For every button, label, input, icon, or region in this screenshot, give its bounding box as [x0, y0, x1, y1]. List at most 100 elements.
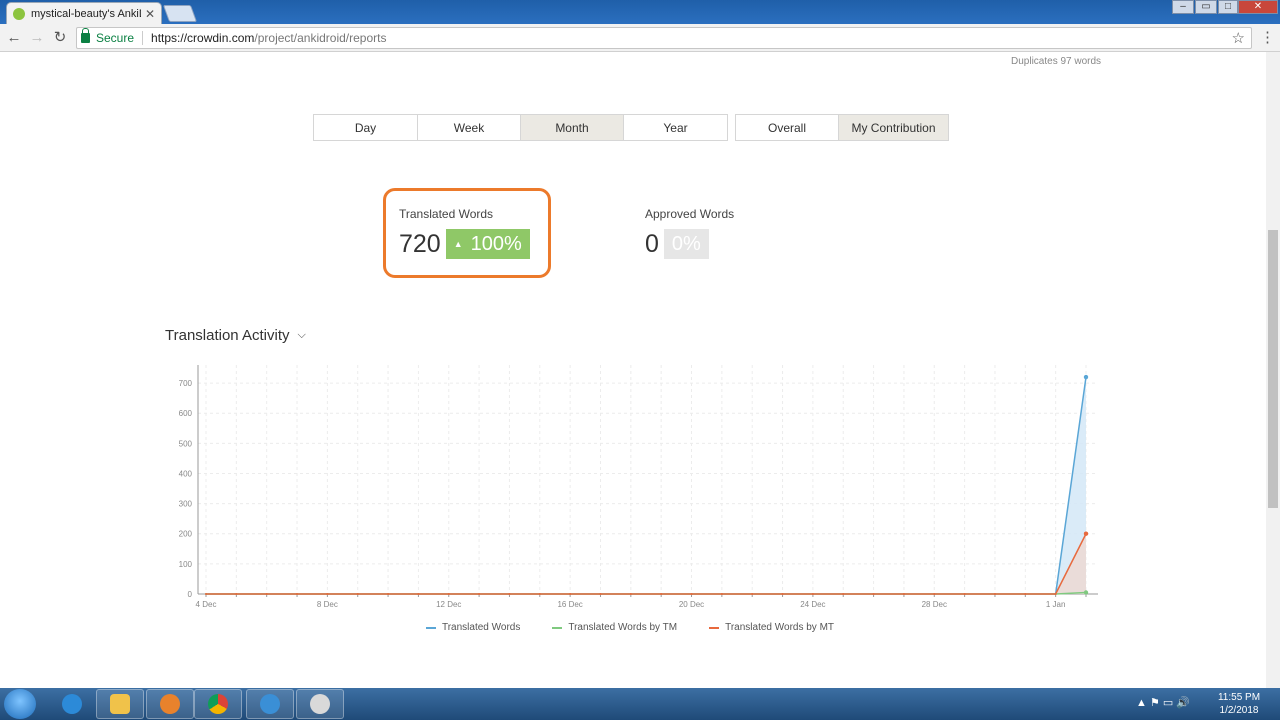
- legend-item[interactable]: Translated Words by TM: [552, 622, 677, 633]
- legend-item[interactable]: Translated Words by MT: [709, 622, 834, 633]
- tab-week[interactable]: Week: [418, 115, 521, 140]
- x-tick-label: 4 Dec: [196, 600, 217, 607]
- data-point: [1083, 590, 1089, 595]
- clock-date: 1/2/2018: [1219, 705, 1259, 716]
- data-point: [205, 593, 207, 595]
- x-tick-label: 8 Dec: [317, 600, 338, 607]
- forward-icon[interactable]: →: [27, 28, 47, 48]
- reload-icon[interactable]: ↻: [50, 28, 70, 48]
- ie-icon[interactable]: [48, 689, 96, 719]
- window-close-icon[interactable]: ✕: [1238, 0, 1278, 14]
- data-point: [872, 593, 875, 595]
- approved-words-stat: Approved Words 0 0%: [645, 207, 734, 259]
- paint-icon[interactable]: [296, 689, 344, 719]
- y-tick-label: 600: [179, 409, 193, 418]
- chevron-down-icon: ⌵: [297, 329, 306, 341]
- page-content: Duplicates 97 words Day Week Month Year …: [0, 52, 1266, 688]
- maximize-icon[interactable]: □: [1218, 0, 1238, 14]
- y-tick-label: 400: [179, 469, 193, 478]
- url-path: /project/ankidroid/reports: [254, 31, 387, 45]
- highlight-annotation: [383, 188, 551, 278]
- star-icon[interactable]: ☆: [1232, 29, 1245, 47]
- series-line: [206, 376, 1087, 595]
- tab-month[interactable]: Month: [521, 115, 624, 140]
- data-point: [296, 593, 299, 595]
- tab-overall[interactable]: Overall: [736, 115, 839, 140]
- data-point: [993, 593, 996, 595]
- period-selector: Day Week Month Year: [313, 114, 728, 141]
- series-area: [206, 377, 1086, 594]
- data-point: [1083, 531, 1089, 536]
- scrollbar-thumb[interactable]: [1268, 230, 1278, 508]
- data-point: [417, 593, 420, 595]
- data-point: [781, 593, 784, 595]
- data-point: [902, 593, 905, 595]
- y-tick-label: 100: [179, 560, 193, 569]
- data-point: [1083, 374, 1089, 380]
- crowdin-favicon-icon: [13, 7, 25, 20]
- approved-words-value: 0: [645, 229, 659, 258]
- duplicates-text: Duplicates 97 words: [1011, 56, 1102, 67]
- approved-words-label: Approved Words: [645, 207, 735, 221]
- data-point: [387, 593, 390, 595]
- windows-taskbar: ▲ ⚑ ▭ 🔊 11:55 PM 1/2/2018: [0, 688, 1280, 720]
- approved-words-badge: 0%: [663, 229, 709, 259]
- y-tick-label: 0: [188, 590, 193, 599]
- browser-toolbar: ← → ↻ Secure https://crowdin.com/project…: [0, 24, 1280, 52]
- data-point: [933, 593, 936, 595]
- scope-selector: Overall My Contribution: [735, 114, 949, 141]
- secure-label: Secure: [96, 31, 135, 45]
- data-point: [1024, 593, 1027, 595]
- tab-year[interactable]: Year: [624, 115, 727, 140]
- legend-swatch: [552, 626, 563, 629]
- menu-icon[interactable]: ⋮: [1260, 28, 1275, 46]
- data-point: [569, 593, 572, 595]
- data-point: [235, 593, 238, 595]
- data-point: [751, 593, 754, 595]
- address-bar[interactable]: Secure https://crowdin.com/project/ankid…: [76, 27, 1252, 49]
- legend-swatch: [709, 626, 720, 629]
- y-tick-label: 500: [179, 439, 193, 448]
- data-point: [963, 593, 966, 595]
- data-point: [690, 593, 693, 595]
- tab-strip: mystical-beauty's AnkiDr ✕ – ▭ □ ✕: [0, 0, 1280, 24]
- tab-title: mystical-beauty's AnkiDr: [31, 7, 141, 20]
- tab-my-contribution[interactable]: My Contribution: [839, 115, 948, 140]
- legend-item[interactable]: Translated Words: [425, 622, 520, 633]
- data-point: [447, 593, 450, 595]
- page-scrollbar[interactable]: [1266, 52, 1280, 688]
- data-point: [478, 593, 481, 595]
- data-point: [629, 593, 632, 595]
- data-point: [356, 593, 359, 595]
- sync-icon[interactable]: [246, 689, 294, 719]
- data-point: [326, 593, 329, 595]
- new-tab-button[interactable]: [162, 5, 198, 22]
- close-tab-icon[interactable]: ✕: [145, 7, 155, 21]
- data-point: [660, 593, 663, 595]
- data-point: [1054, 593, 1057, 595]
- minimize-icon[interactable]: –: [1172, 0, 1194, 14]
- y-tick-label: 700: [179, 379, 193, 388]
- section-title: Translation Activity: [165, 327, 290, 344]
- browser-tab[interactable]: mystical-beauty's AnkiDr ✕: [6, 2, 162, 24]
- x-tick-label: 24 Dec: [800, 600, 825, 607]
- legend-swatch: [425, 626, 436, 629]
- restore-icon[interactable]: ▭: [1195, 0, 1217, 14]
- clock[interactable]: 11:55 PM 1/2/2018: [1212, 691, 1266, 717]
- back-icon[interactable]: ←: [4, 28, 24, 48]
- system-tray-icons[interactable]: ▲ ⚑ ▭ 🔊: [1136, 696, 1190, 709]
- start-button[interactable]: [4, 689, 36, 719]
- media-player-icon[interactable]: [146, 689, 194, 719]
- translation-activity-dropdown[interactable]: Translation Activity ⌵: [165, 327, 306, 344]
- x-tick-label: 20 Dec: [679, 600, 704, 607]
- x-tick-label: 16 Dec: [557, 600, 582, 607]
- legend-label: Translated Words by TM: [568, 622, 678, 633]
- legend-label: Translated Words by MT: [725, 622, 835, 633]
- url-host: https://crowdin.com: [151, 31, 255, 45]
- chrome-icon[interactable]: [194, 689, 242, 719]
- tab-day[interactable]: Day: [314, 115, 418, 140]
- y-tick-label: 200: [179, 530, 193, 539]
- explorer-icon[interactable]: [96, 689, 144, 719]
- translation-activity-chart: 0 100 200 300 400 500 600 700 4 Dec 8 Dec 12 Dec 16…: [179, 365, 1098, 607]
- x-tick-label: 12 Dec: [436, 600, 461, 607]
